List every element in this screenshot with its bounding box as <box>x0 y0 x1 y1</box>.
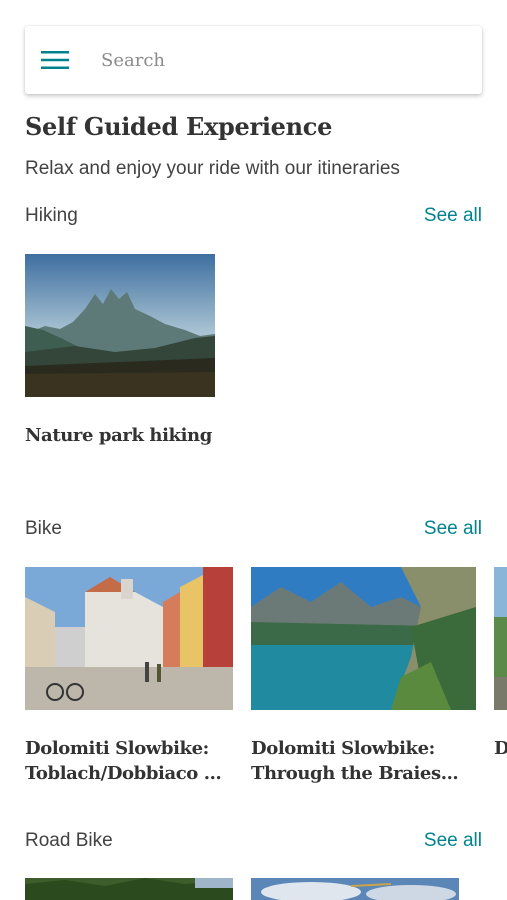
card-image <box>251 878 459 900</box>
section-header-road-bike: Road Bike See all <box>25 830 482 852</box>
see-all-hiking-link[interactable]: See all <box>424 205 482 227</box>
card-image <box>25 878 233 900</box>
see-all-road-bike-link[interactable]: See all <box>424 830 482 852</box>
page-subtitle: Relax and enjoy your ride with our itine… <box>25 158 400 179</box>
itinerary-card[interactable] <box>251 878 459 900</box>
card-title: D T <box>494 738 507 759</box>
section-header-bike: Bike See all <box>25 518 482 540</box>
hiking-card-row: Nature park hiking <box>25 254 325 448</box>
itinerary-card[interactable]: Dolomiti Slowbike: Through the Braies... <box>251 567 476 786</box>
page-title: Self Guided Experience <box>25 112 333 141</box>
itinerary-card-partial[interactable]: D T <box>494 567 507 761</box>
bike-card-row: Dolomiti Slowbike: Toblach/Dobbiaco ... … <box>25 567 507 786</box>
card-image <box>25 567 233 710</box>
card-title: Dolomiti Slowbike: Through the Braies... <box>251 738 459 784</box>
section-header-hiking: Hiking See all <box>25 205 482 227</box>
card-image <box>494 567 507 710</box>
section-label-road-bike: Road Bike <box>25 830 113 851</box>
search-bar <box>25 26 482 94</box>
card-title: Nature park hiking <box>25 425 212 446</box>
road-bike-card-row <box>25 878 507 900</box>
card-image <box>251 567 476 710</box>
hamburger-menu-icon[interactable] <box>25 26 85 94</box>
see-all-bike-link[interactable]: See all <box>424 518 482 540</box>
itinerary-card[interactable]: Nature park hiking <box>25 254 233 448</box>
section-label-hiking: Hiking <box>25 205 78 226</box>
itinerary-card[interactable] <box>25 878 233 900</box>
search-input[interactable] <box>101 40 461 80</box>
card-title: Dolomiti Slowbike: Toblach/Dobbiaco ... <box>25 738 222 784</box>
section-label-bike: Bike <box>25 518 62 539</box>
card-image <box>25 254 215 397</box>
itinerary-card[interactable]: Dolomiti Slowbike: Toblach/Dobbiaco ... <box>25 567 233 786</box>
